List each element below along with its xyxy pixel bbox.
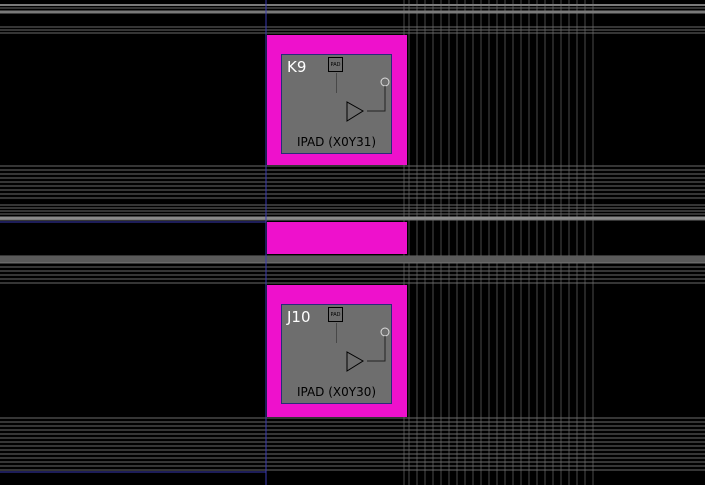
pad-site-label: IPAD (X0Y31)	[296, 135, 377, 149]
input-buffer-icon	[336, 73, 390, 122]
fpga-device-view[interactable]: K9 PAD IPAD (X0Y31) J10 PAD IPAD (X0Y30)	[0, 0, 705, 485]
io-tile-spacer	[267, 222, 407, 254]
io-pad-j10[interactable]: J10 PAD IPAD (X0Y30)	[281, 304, 392, 404]
pad-name: J10	[287, 308, 311, 326]
pad-symbol: PAD	[328, 57, 343, 72]
pad-symbol: PAD	[328, 307, 343, 322]
pad-name: K9	[287, 58, 307, 76]
io-pad-k9[interactable]: K9 PAD IPAD (X0Y31)	[281, 54, 392, 154]
input-buffer-icon	[336, 323, 390, 372]
pad-site-label: IPAD (X0Y30)	[296, 385, 377, 399]
